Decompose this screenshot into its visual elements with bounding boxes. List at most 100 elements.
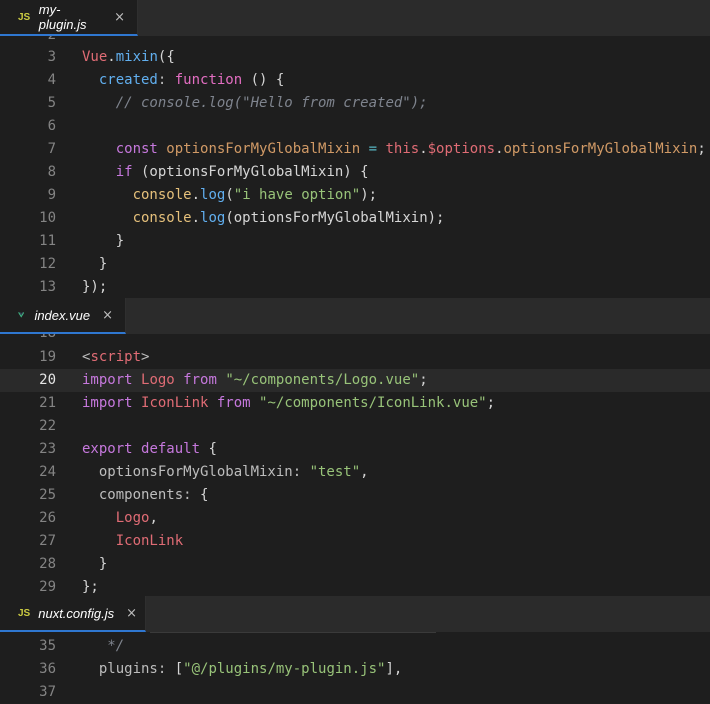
code-text: const optionsForMyGlobalMixin = this.$op… (82, 138, 706, 161)
code-token: "~/components/IconLink.vue" (259, 395, 487, 411)
line-number: 9 (47, 187, 56, 203)
line-number: 21 (39, 395, 56, 411)
tab-index-vue[interactable]: index.vue × (0, 298, 126, 334)
vue-logo-icon (18, 312, 25, 318)
code-token: this (385, 141, 420, 157)
line-number: 12 (39, 256, 56, 272)
code-line[interactable]: 24 optionsForMyGlobalMixin: "test", (0, 461, 710, 484)
code-token: ], (385, 661, 403, 677)
code-token: export (82, 441, 142, 457)
editor-pane-index-vue[interactable]: 18 19 <script> 20 import Logo from "~/compon… (0, 334, 710, 596)
code-token: optionsForMyGlobalMixin (166, 141, 361, 157)
horizontal-scrollbar[interactable] (150, 632, 436, 633)
close-icon[interactable]: × (114, 10, 125, 25)
code-token: ({ (157, 49, 175, 65)
code-token: () { (242, 72, 285, 88)
code-token: . (107, 49, 116, 65)
code-line[interactable]: 7 const optionsForMyGlobalMixin = this.$… (0, 138, 710, 161)
code-line[interactable]: 28 } (0, 553, 710, 576)
code-line[interactable]: 20 import Logo from "~/components/Logo.vu… (0, 369, 710, 392)
code-token: "@/plugins/my-plugin.js" (183, 661, 386, 677)
line-number-partial: 2 (0, 36, 56, 42)
line-number: 37 (39, 684, 56, 700)
code-token: components: (98, 487, 201, 503)
code-line[interactable]: 11 } (0, 230, 710, 253)
code-token: ( (225, 187, 234, 203)
code-line[interactable]: 21 import IconLink from "~/components/Ico… (0, 392, 710, 415)
code-text: */ (82, 635, 124, 658)
code-line[interactable]: 5 // console.log("Hello from created"); (0, 92, 710, 115)
code-text: export default { (82, 438, 217, 461)
code-token: } (82, 556, 108, 572)
close-icon[interactable]: × (126, 606, 137, 621)
line-number: 18 (0, 334, 56, 340)
line-number: 28 (39, 556, 56, 572)
tab-my-plugin-js[interactable]: JS my-plugin.js × (0, 0, 138, 36)
code-line[interactable]: 8 if (optionsForMyGlobalMixin) { (0, 161, 710, 184)
code-token: script (90, 349, 142, 365)
code-line[interactable]: 10 console.log(optionsForMyGlobalMixin); (0, 207, 710, 230)
code-token: default (141, 441, 201, 457)
code-token: ; (486, 395, 496, 411)
code-line[interactable]: 6 (0, 115, 710, 138)
tab-nuxt-config-js[interactable]: JS nuxt.config.js × (0, 596, 146, 632)
code-line[interactable]: 22 (0, 415, 710, 438)
code-line[interactable]: 35 */ (0, 635, 710, 658)
code-line[interactable]: 37 (0, 681, 710, 704)
editor-pane-my-plugin[interactable]: 2 3Vue.mixin({4 created: function () {5 /… (0, 36, 710, 298)
code-token: } (82, 256, 108, 272)
code-line[interactable]: 23 export default { (0, 438, 710, 461)
tab-label: my-plugin.js (38, 2, 87, 32)
code-token: plugins: (98, 661, 175, 677)
code-line[interactable]: 12 } (0, 253, 710, 276)
code-token: (optionsForMyGlobalMixin); (225, 210, 445, 226)
code-token: } (82, 233, 125, 249)
code-line[interactable]: 9 console.log("i have option"); (0, 184, 710, 207)
code-token: ); (360, 187, 378, 203)
code-token: created (98, 72, 158, 88)
code-token: from (216, 395, 260, 411)
code-token: const (115, 141, 167, 157)
code-line[interactable]: 36 plugins: ["@/plugins/my-plugin.js"], (0, 658, 710, 681)
line-number: 25 (39, 487, 56, 503)
code-text: Logo, (82, 507, 158, 530)
line-number: 35 (39, 638, 56, 654)
code-token: }); (82, 279, 108, 295)
code-text: <script> (82, 346, 149, 369)
js-file-icon: JS (18, 607, 31, 619)
line-number-partial: 18 (0, 334, 56, 340)
line-number: 24 (39, 464, 56, 480)
tab-bar-1: JS my-plugin.js × (0, 0, 710, 36)
code-line[interactable]: 19 <script> (0, 346, 710, 369)
code-line[interactable]: 26 Logo, (0, 507, 710, 530)
tab-label: nuxt.config.js (38, 605, 115, 621)
code-text: } (82, 553, 107, 576)
code-line[interactable]: 27 IconLink (0, 530, 710, 553)
code-token: $options (427, 141, 496, 157)
line-number: 7 (47, 141, 56, 157)
code-line[interactable]: 4 created: function () { (0, 69, 710, 92)
code-text: import IconLink from "~/components/IconL… (82, 392, 495, 415)
line-number: 22 (39, 418, 56, 434)
editor-pane-nuxt-config[interactable]: 35 */36 plugins: ["@/plugins/my-plugin.j… (0, 632, 710, 703)
code-token: ; (419, 372, 428, 388)
line-number: 2 (0, 36, 56, 42)
code-token: : (157, 72, 175, 88)
code-text: IconLink (82, 530, 183, 553)
code-text: created: function () { (82, 69, 284, 92)
code-token: > (141, 349, 150, 365)
line-number: 20 (39, 372, 56, 388)
code-text: console.log(optionsForMyGlobalMixin); (82, 207, 445, 230)
code-line[interactable]: 13}); (0, 276, 710, 299)
code-line[interactable]: 3 Vue.mixin({ (0, 46, 710, 69)
close-icon[interactable]: × (102, 308, 113, 323)
code-line[interactable]: 25 components: { (0, 484, 710, 507)
code-text: components: { (82, 484, 209, 507)
code-token: "i have option" (233, 187, 361, 203)
